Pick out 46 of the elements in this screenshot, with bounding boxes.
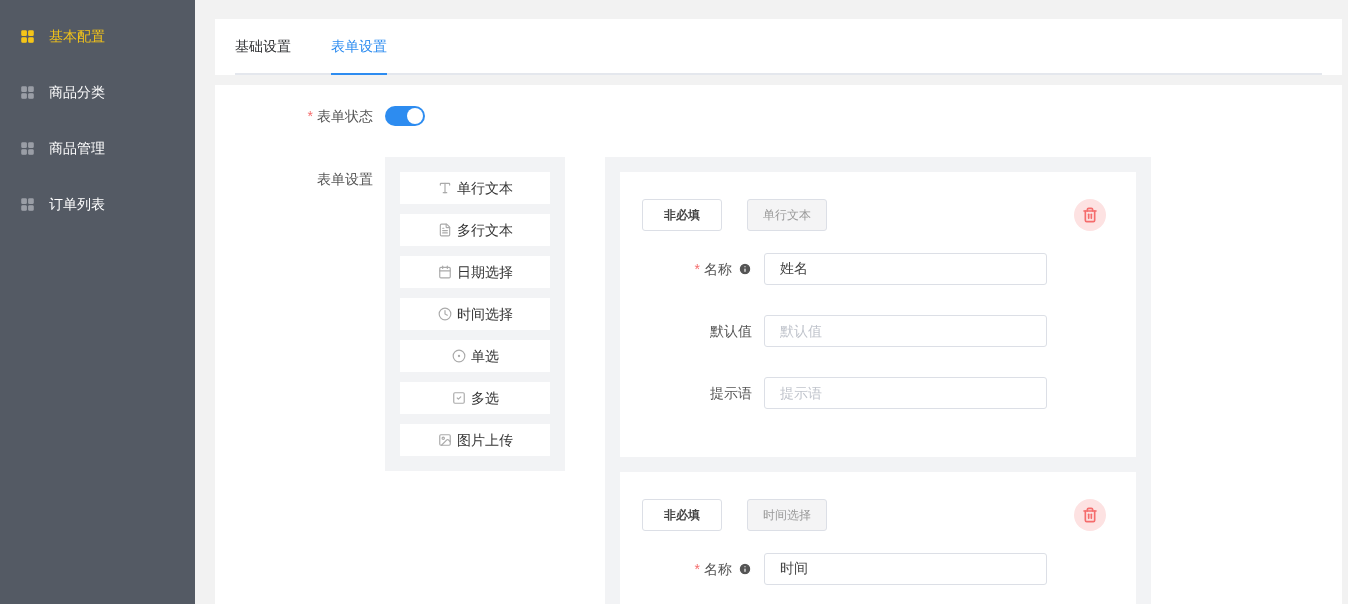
field-label: 名称 bbox=[704, 559, 732, 579]
required-mark: * bbox=[307, 106, 313, 126]
checkbox-icon bbox=[451, 391, 466, 405]
input-field[interactable]: 时间 bbox=[764, 553, 1047, 585]
trash-icon bbox=[1082, 507, 1098, 523]
field-label: 表单状态 bbox=[317, 106, 373, 126]
text-lines-icon bbox=[437, 223, 452, 237]
delete-button[interactable] bbox=[1074, 199, 1106, 231]
field-label: 名称 bbox=[704, 259, 732, 279]
field-label: 默认值 bbox=[710, 321, 752, 341]
text-icon bbox=[437, 181, 452, 195]
input-field[interactable]: 提示语 bbox=[764, 377, 1047, 409]
type-tag: 时间选择 bbox=[747, 499, 827, 531]
sidebar-item[interactable]: 商品管理 bbox=[0, 120, 195, 176]
sidebar-item[interactable]: 商品分类 bbox=[0, 64, 195, 120]
type-tag: 单行文本 bbox=[747, 199, 827, 231]
required-toggle-button[interactable]: 非必填 bbox=[642, 499, 722, 531]
required-mark: * bbox=[694, 559, 700, 579]
palette-item[interactable]: 单选 bbox=[400, 340, 550, 372]
input-field[interactable]: 姓名 bbox=[764, 253, 1047, 285]
tab[interactable]: 基础设置 bbox=[235, 19, 291, 75]
grid-icon bbox=[20, 84, 35, 100]
grid-icon bbox=[20, 28, 35, 44]
required-mark: * bbox=[694, 259, 700, 279]
required-toggle-button[interactable]: 非必填 bbox=[642, 199, 722, 231]
toggle-switch[interactable] bbox=[385, 106, 425, 126]
calendar-icon bbox=[437, 265, 452, 279]
tab[interactable]: 表单设置 bbox=[331, 19, 387, 75]
input-field[interactable]: 默认值 bbox=[764, 315, 1047, 347]
delete-button[interactable] bbox=[1074, 499, 1106, 531]
grid-icon bbox=[20, 196, 35, 212]
field-label: 提示语 bbox=[710, 383, 752, 403]
palette-item[interactable]: 日期选择 bbox=[400, 256, 550, 288]
palette-item[interactable]: 时间选择 bbox=[400, 298, 550, 330]
sidebar-item[interactable]: 订单列表 bbox=[0, 176, 195, 232]
sidebar-item[interactable]: 基本配置 bbox=[0, 8, 195, 64]
trash-icon bbox=[1082, 207, 1098, 223]
palette-item[interactable]: 多行文本 bbox=[400, 214, 550, 246]
image-icon bbox=[437, 433, 452, 447]
radio-icon bbox=[451, 349, 466, 363]
field-label: 表单设置 bbox=[317, 170, 373, 189]
grid-icon bbox=[20, 140, 35, 156]
clock-icon bbox=[437, 307, 452, 321]
palette-item[interactable]: 图片上传 bbox=[400, 424, 550, 456]
palette-item[interactable]: 单行文本 bbox=[400, 172, 550, 204]
palette-item[interactable]: 多选 bbox=[400, 382, 550, 414]
